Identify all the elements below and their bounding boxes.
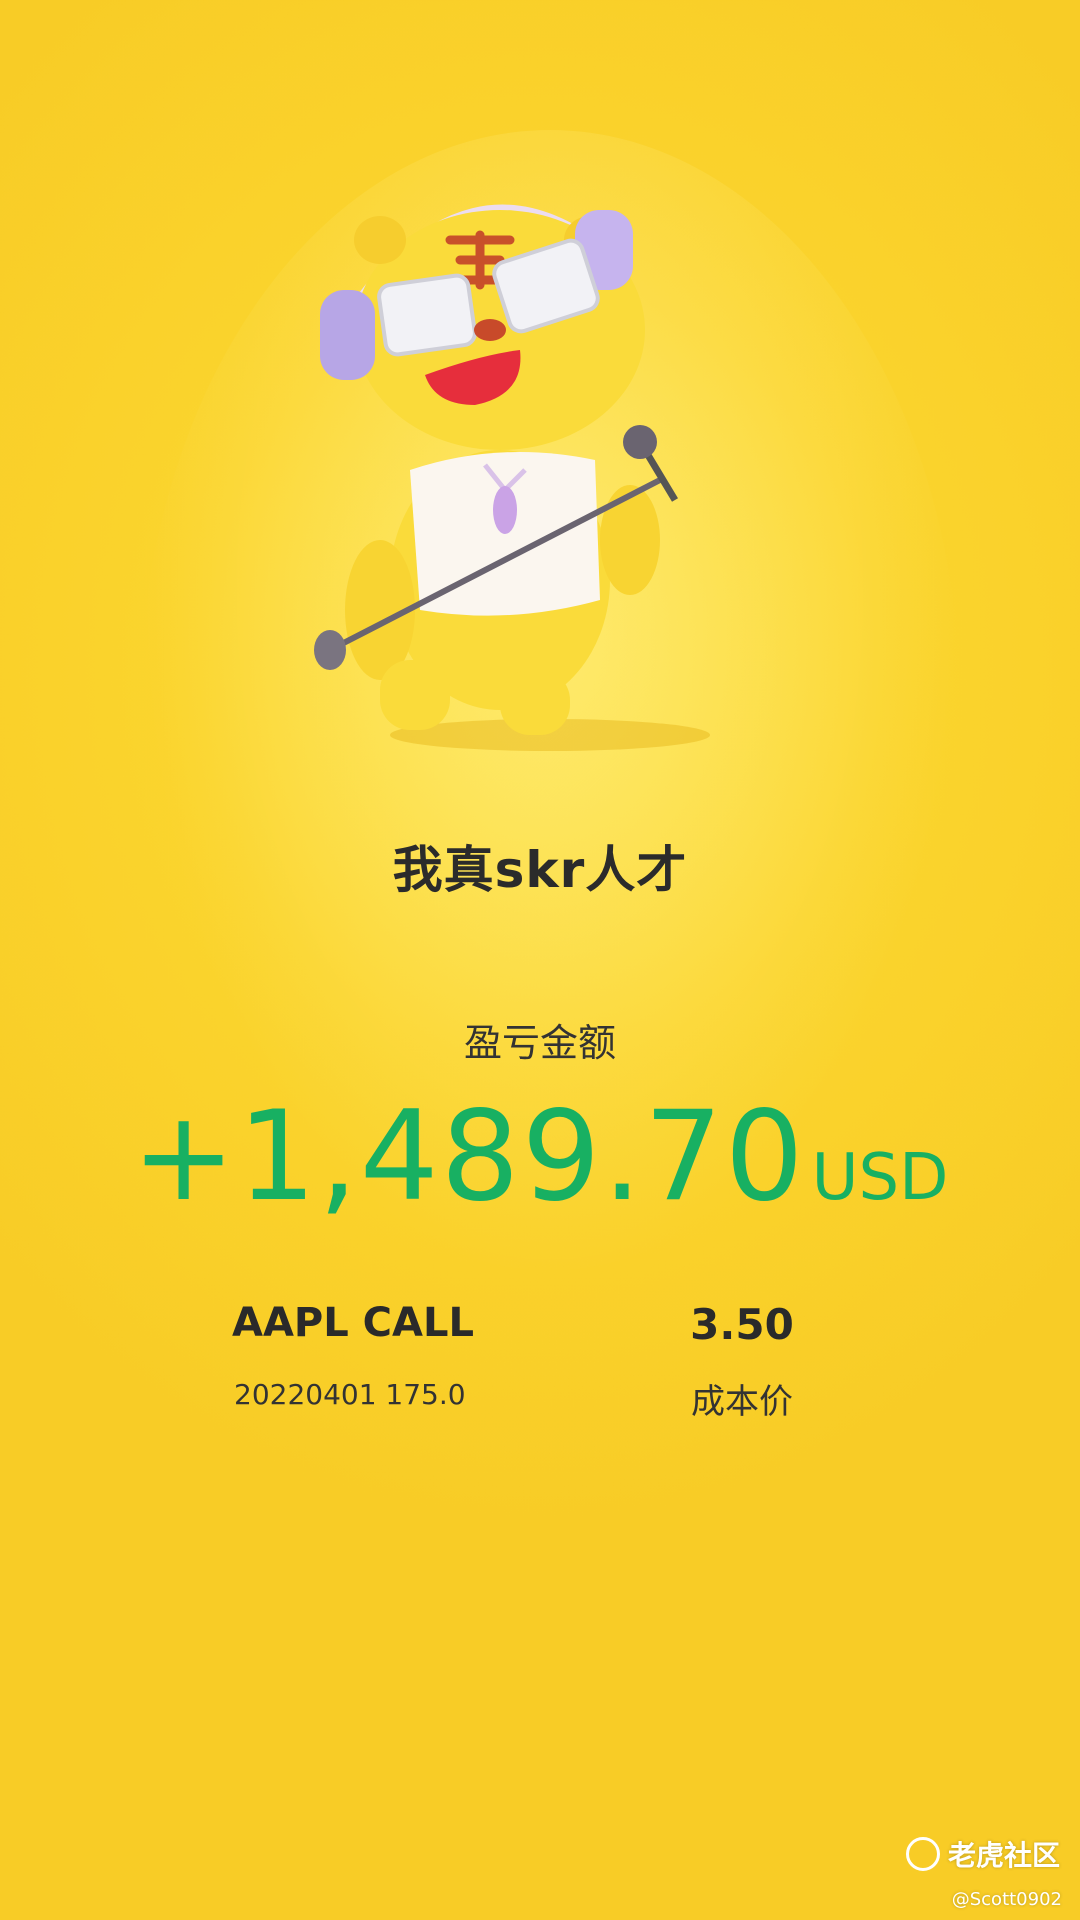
cost-price-value: 3.50 — [690, 1300, 794, 1349]
cost-price-label: 成本价 — [691, 1382, 793, 1422]
pnl-amount: +1,489.70 — [131, 1085, 806, 1229]
pnl-currency: USD — [811, 1141, 949, 1215]
achievement-title: 我真skr人才 — [392, 841, 688, 899]
watermark: 老虎社区 — [905, 1834, 1060, 1874]
tiger-mascot-icon — [314, 204, 710, 751]
pnl-label: 盈亏金额 — [463, 1021, 616, 1065]
watermark-brand: 老虎社区 — [947, 1839, 1060, 1872]
pnl-amount-row: +1,489.70USD — [0, 1085, 1080, 1229]
tiger-community-icon — [905, 1837, 940, 1871]
watermark-handle: @Scott0902 — [951, 1889, 1062, 1910]
